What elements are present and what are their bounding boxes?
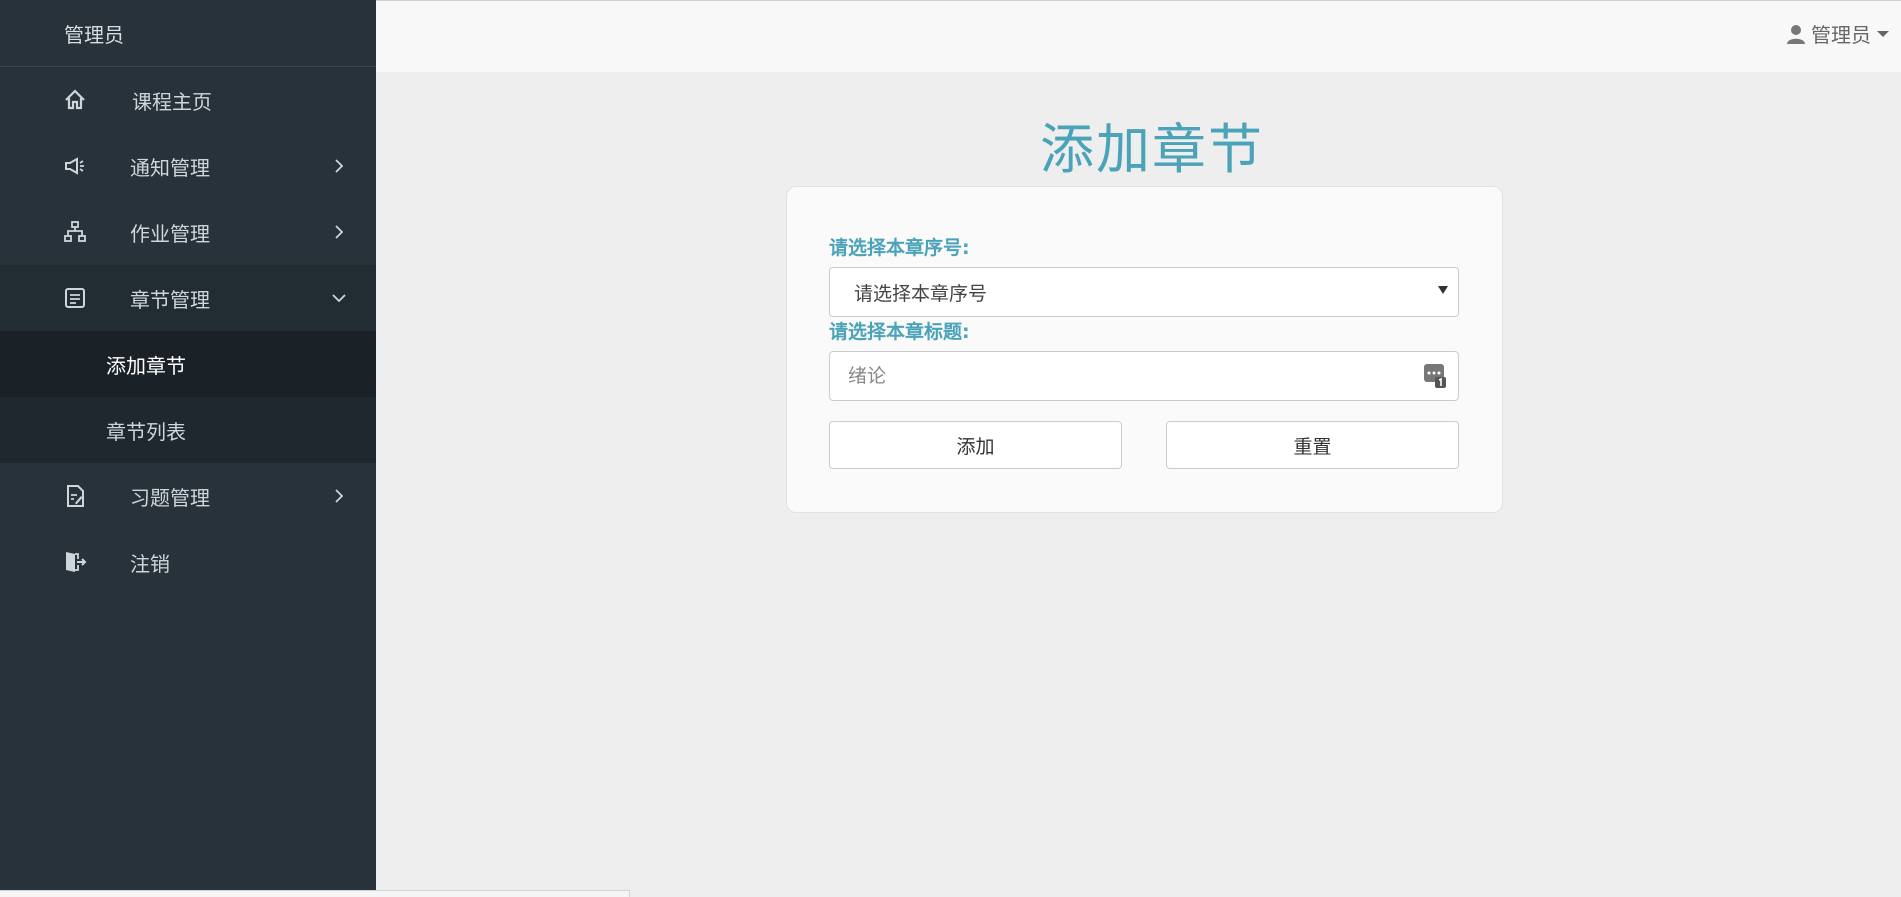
chevron-right-icon [332,489,346,503]
add-button[interactable]: 添加 [829,421,1122,469]
chevron-right-icon [332,159,346,173]
chevron-down-icon [332,291,346,305]
chapter-title-label: 请选择本章标题: [829,321,970,343]
user-menu-dropdown[interactable]: 管理员 [1785,19,1889,48]
sidebar-item-label: 章节管理 [130,287,210,312]
chevron-right-icon [332,225,346,239]
select-arrow-icon [1438,286,1448,294]
sidebar-item-logout[interactable]: 注销 [0,529,376,595]
sitemap-icon [62,219,88,245]
chapter-number-label: 请选择本章序号: [829,237,970,259]
sidebar-brand: 管理员 [0,0,376,67]
sidebar-item-label: 课程主页 [132,89,212,114]
sidebar-item-chapter-management[interactable]: 章节管理 [0,265,376,331]
sidebar-subitem-add-chapter[interactable]: 添加章节 [0,331,376,397]
sidebar-item-label: 注销 [130,551,170,576]
megaphone-icon [62,153,88,179]
chapter-number-select-value: 请选择本章序号 [854,282,988,305]
chapter-title-input[interactable] [829,351,1459,401]
sidebar-subitem-chapter-list[interactable]: 章节列表 [0,397,376,463]
document-icon [62,285,88,311]
caret-down-icon [1877,30,1889,37]
sidebar-item-label: 习题管理 [130,485,210,510]
page-title: 添加章节 [1040,118,1264,181]
chapter-number-select[interactable]: 请选择本章序号 [829,267,1459,317]
user-icon [1785,23,1807,45]
sidebar-item-label: 通知管理 [130,155,210,180]
topbar: 管理员 [376,0,1901,72]
reset-button[interactable]: 重置 [1166,421,1459,469]
sidebar-item-notice-management[interactable]: 通知管理 [0,133,376,199]
home-icon [62,87,88,113]
bottom-overlay-strip [0,890,630,897]
user-menu-label: 管理员 [1811,23,1871,47]
sidebar-item-exercise-management[interactable]: 习题管理 [0,463,376,529]
sidebar-item-label: 作业管理 [130,221,210,246]
autofill-badge-icon[interactable] [1423,363,1447,389]
edit-document-icon [62,483,88,509]
sidebar-item-course-home[interactable]: 课程主页 [0,67,376,133]
sidebar: 管理员 课程主页 通知管理 作业管理 章节管理 添加章节 章节列表 习题管理 注… [0,0,376,897]
add-chapter-form: 请选择本章序号: 请选择本章序号 请选择本章标题: 添加 重置 [786,186,1503,513]
logout-icon [62,549,88,575]
sidebar-item-homework-management[interactable]: 作业管理 [0,199,376,265]
